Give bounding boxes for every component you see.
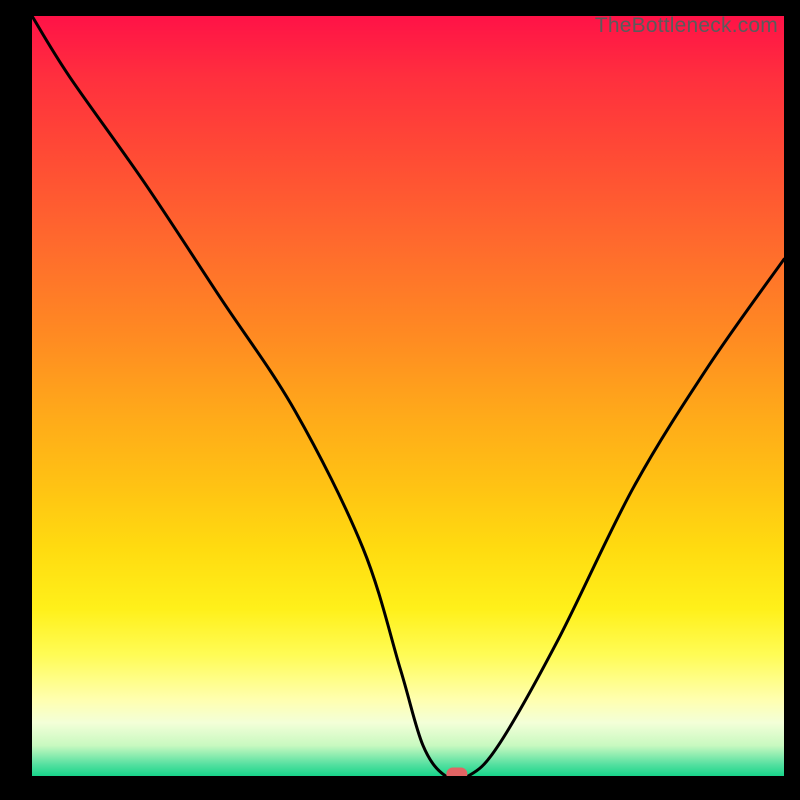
chart-frame: TheBottleneck.com [0, 0, 800, 800]
chart-svg [32, 16, 784, 776]
bottleneck-curve [32, 16, 784, 776]
plot-area: TheBottleneck.com [32, 16, 784, 776]
optimal-point-marker [447, 768, 467, 776]
